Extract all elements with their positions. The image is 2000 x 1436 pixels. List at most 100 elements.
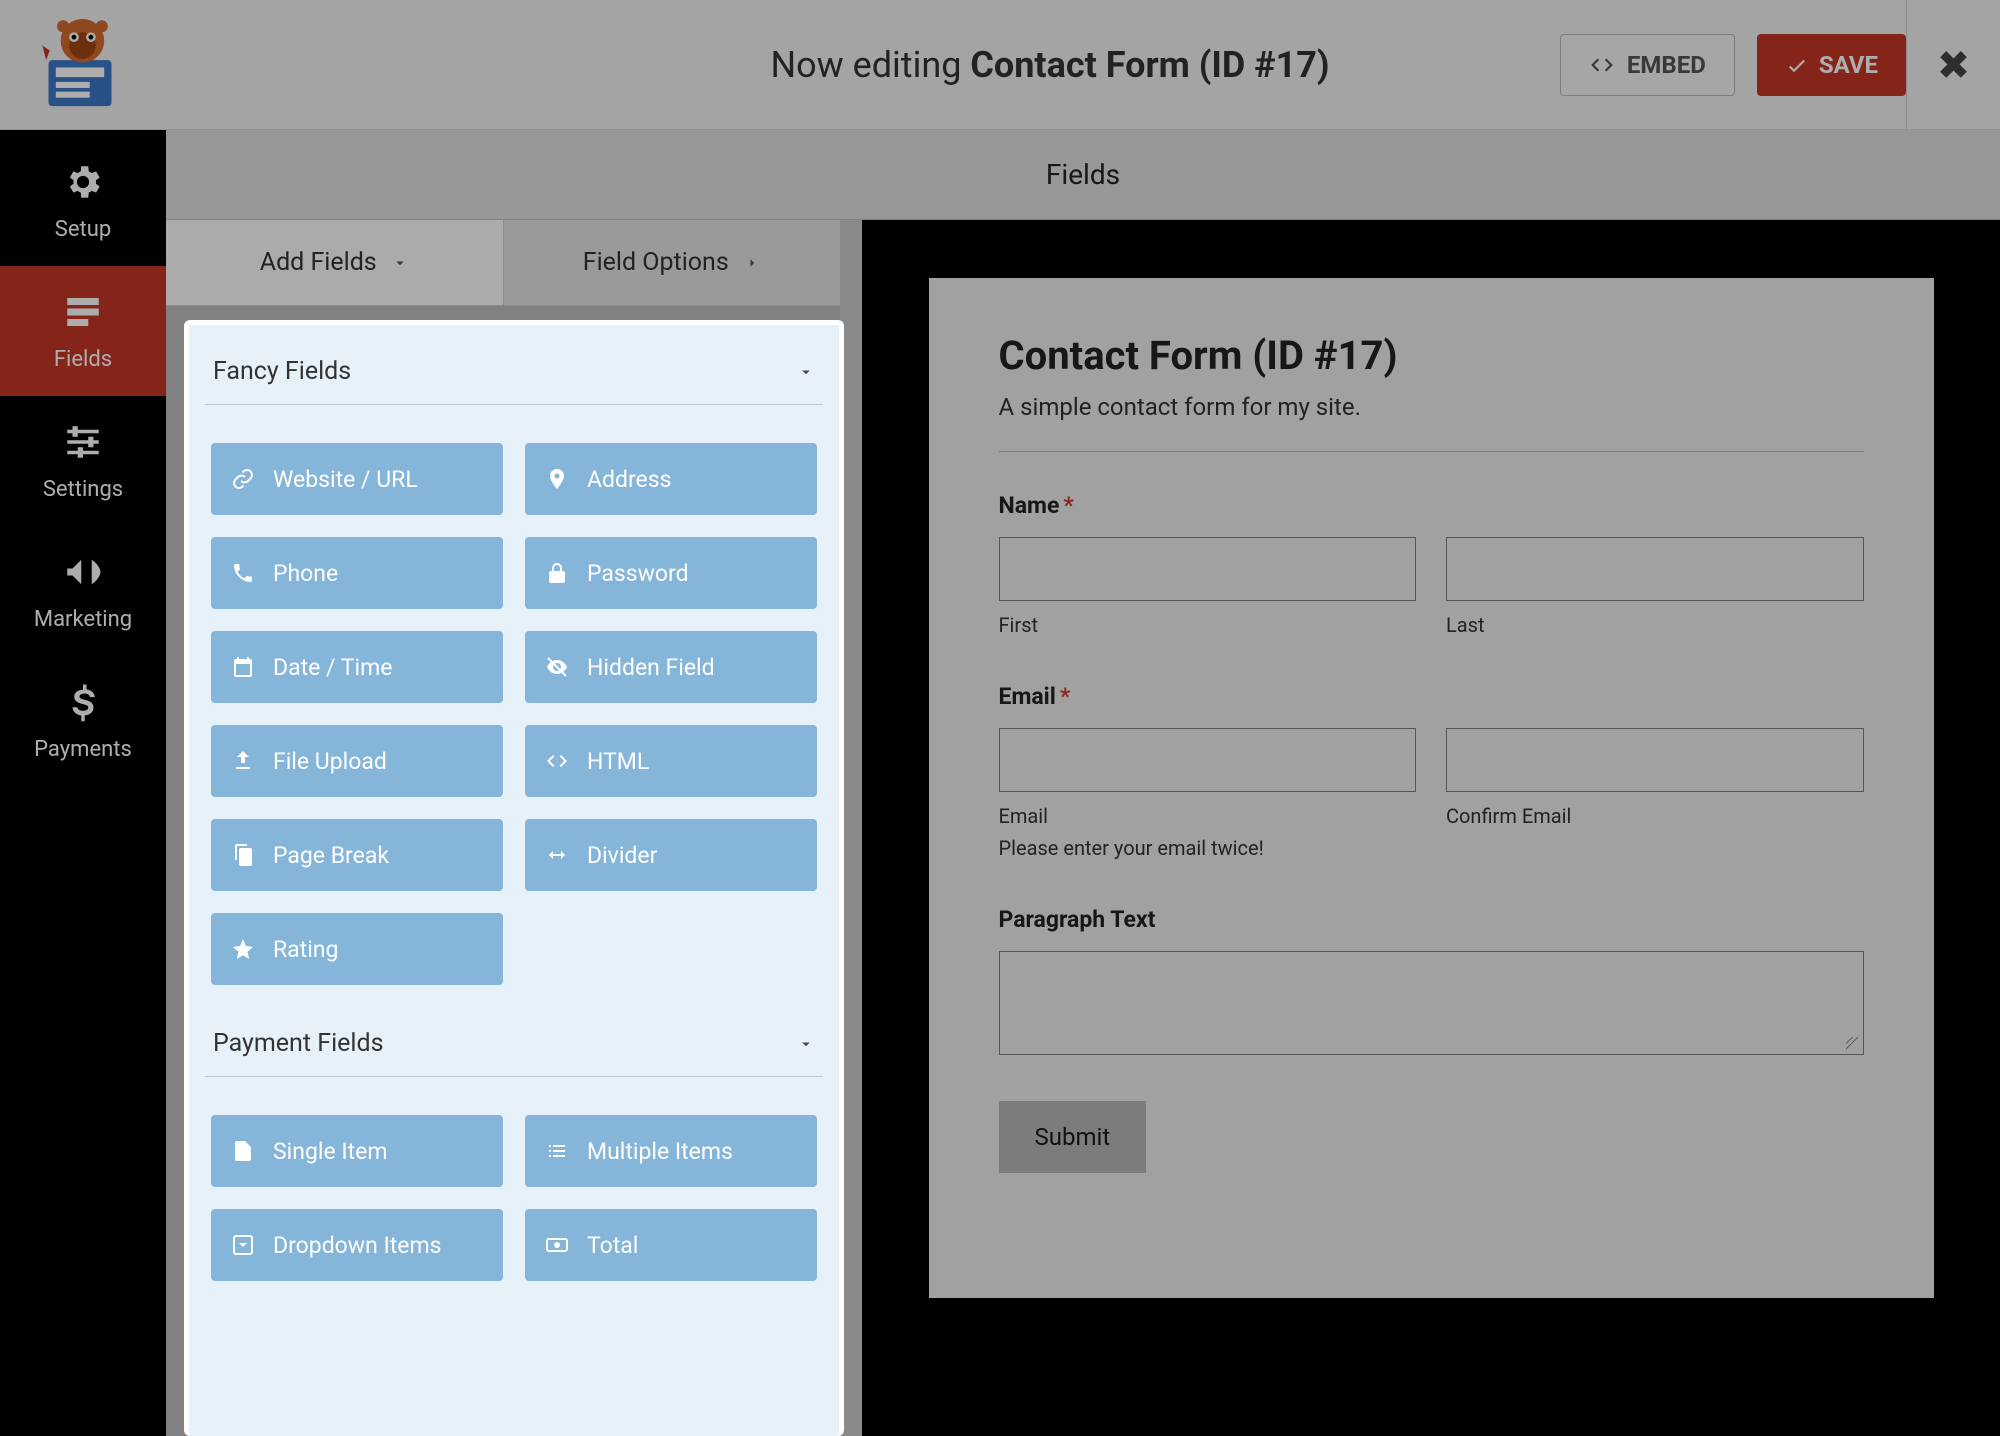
field-label: Divider — [587, 842, 657, 869]
sidebar-item-payments[interactable]: Payments — [0, 656, 166, 786]
field-label: Dropdown Items — [273, 1232, 442, 1259]
check-icon — [1785, 53, 1809, 77]
tab-field-options[interactable]: Field Options — [503, 220, 841, 305]
field-rating[interactable]: Rating — [211, 913, 503, 985]
content: Fields Add Fields Field Options ▴ ▾ — [166, 130, 2000, 1436]
embed-label: EMBED — [1627, 51, 1706, 79]
field-single-item[interactable]: Single Item — [211, 1115, 503, 1187]
dollar-icon — [62, 681, 104, 727]
sliders-icon — [62, 421, 104, 467]
sidebar-item-label: Setup — [55, 217, 111, 242]
sidebar: Setup Fields Settings Marketing Payments — [0, 130, 166, 1436]
title-prefix: Now editing — [770, 44, 970, 86]
payment-fields-grid: Single Item Multiple Items Dropdown Item… — [205, 1077, 823, 1303]
star-icon — [231, 937, 255, 961]
chevron-right-icon — [743, 254, 761, 272]
required-mark: * — [1063, 492, 1073, 519]
field-label: File Upload — [273, 748, 387, 775]
caret-down-square-icon — [231, 1233, 255, 1257]
field-website-url[interactable]: Website / URL — [211, 443, 503, 515]
title-form-name: Contact Form (ID #17) — [970, 44, 1329, 86]
form-preview: Contact Form (ID #17) A simple contact f… — [929, 278, 1934, 1298]
confirm-email-input[interactable] — [1446, 728, 1864, 792]
pin-icon — [545, 467, 569, 491]
sidebar-item-marketing[interactable]: Marketing — [0, 526, 166, 656]
copy-icon — [231, 843, 255, 867]
lock-icon — [545, 561, 569, 585]
sidebar-item-settings[interactable]: Settings — [0, 396, 166, 526]
code-icon — [545, 749, 569, 773]
chevron-down-icon — [797, 1035, 815, 1053]
tab-label: Field Options — [583, 248, 729, 277]
eye-off-icon — [545, 655, 569, 679]
field-date-time[interactable]: Date / Time — [211, 631, 503, 703]
save-label: SAVE — [1819, 51, 1878, 79]
file-icon — [231, 1139, 255, 1163]
fancy-fields-grid: Website / URL Address Phone Password — [205, 405, 823, 1007]
field-file-upload[interactable]: File Upload — [211, 725, 503, 797]
last-name-input[interactable] — [1446, 537, 1864, 601]
field-divider[interactable]: Divider — [525, 819, 817, 891]
tab-add-fields[interactable]: Add Fields — [166, 220, 503, 305]
embed-button[interactable]: EMBED — [1560, 34, 1735, 96]
field-password[interactable]: Password — [525, 537, 817, 609]
left-panel: Add Fields Field Options ▴ ▾ Fancy Field… — [166, 220, 862, 1436]
sidebar-item-label: Marketing — [34, 607, 132, 632]
field-page-break[interactable]: Page Break — [211, 819, 503, 891]
field-label: Rating — [273, 936, 338, 963]
field-multiple-items[interactable]: Multiple Items — [525, 1115, 817, 1187]
sidebar-item-setup[interactable]: Setup — [0, 136, 166, 266]
field-html[interactable]: HTML — [525, 725, 817, 797]
tab-label: Add Fields — [260, 248, 377, 277]
paragraph-textarea[interactable] — [999, 951, 1864, 1055]
first-name-input[interactable] — [999, 537, 1417, 601]
tabs-row: Add Fields Field Options — [166, 220, 840, 306]
arrows-h-icon — [545, 843, 569, 867]
sidebar-item-fields[interactable]: Fields — [0, 266, 166, 396]
field-label: Phone — [273, 560, 338, 587]
field-label: HTML — [587, 748, 649, 775]
app-logo — [40, 19, 120, 111]
field-address[interactable]: Address — [525, 443, 817, 515]
field-label: Website / URL — [273, 466, 418, 493]
link-icon — [231, 467, 255, 491]
field-label-paragraph: Paragraph Text — [999, 906, 1864, 933]
field-label: Single Item — [273, 1138, 388, 1165]
field-label: Date / Time — [273, 654, 392, 681]
resize-handle-icon[interactable] — [1846, 1037, 1860, 1051]
email-input[interactable] — [999, 728, 1417, 792]
submit-button[interactable]: Submit — [999, 1101, 1147, 1173]
topbar-actions: EMBED SAVE — [1560, 34, 1906, 96]
section-title: Payment Fields — [213, 1029, 383, 1058]
sidebar-item-label: Payments — [34, 737, 132, 762]
form-icon — [62, 291, 104, 337]
divider-line — [999, 451, 1864, 452]
money-icon — [545, 1233, 569, 1257]
field-phone[interactable]: Phone — [211, 537, 503, 609]
page-title: Now editing Contact Form (ID #17) — [770, 44, 1329, 86]
section-fancy-fields[interactable]: Fancy Fields — [205, 343, 823, 405]
field-label: Address — [587, 466, 671, 493]
section-title: Fancy Fields — [213, 357, 351, 386]
confirm-email-sublabel: Confirm Email — [1446, 804, 1864, 828]
list-icon — [545, 1139, 569, 1163]
close-button[interactable]: ✖ — [1906, 0, 2000, 130]
phone-icon — [231, 561, 255, 585]
chevron-down-icon — [391, 254, 409, 272]
field-label-name: Name* — [999, 492, 1864, 519]
first-name-sublabel: First — [999, 613, 1417, 637]
field-label: Multiple Items — [587, 1138, 733, 1165]
field-dropdown-items[interactable]: Dropdown Items — [211, 1209, 503, 1281]
section-payment-fields[interactable]: Payment Fields — [205, 1015, 823, 1077]
gear-icon — [62, 161, 104, 207]
upload-icon — [231, 749, 255, 773]
field-label: Page Break — [273, 842, 389, 869]
field-hidden[interactable]: Hidden Field — [525, 631, 817, 703]
submit-label: Submit — [1035, 1123, 1111, 1151]
subheader-label: Fields — [1046, 158, 1120, 191]
field-group-paragraph: Paragraph Text — [999, 906, 1864, 1055]
save-button[interactable]: SAVE — [1757, 34, 1906, 96]
field-total[interactable]: Total — [525, 1209, 817, 1281]
field-label-email: Email* — [999, 683, 1864, 710]
calendar-icon — [231, 655, 255, 679]
